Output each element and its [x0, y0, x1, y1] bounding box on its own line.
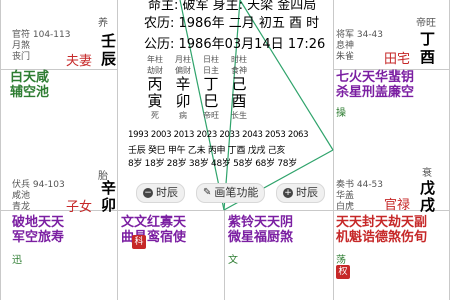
hua-badge: 科 [132, 235, 146, 249]
star-list: 文文红寡天 曲昌鸾宿使 [121, 215, 187, 245]
pillar-label: 年柱 [147, 55, 163, 64]
star-tag: 荡 [336, 255, 346, 266]
palace-state: 帝旺 [416, 18, 436, 29]
center-panel: 命主: 破军 身主: 天梁 金四局 农历: 1986年 二月 初五 酉 时 公历… [118, 0, 333, 210]
dayun-years: 1993 2003 2013 2023 2033 2043 2053 2063 [128, 130, 309, 140]
pillar-zhi: 酉 [231, 92, 247, 110]
palace-info: 奏书 44-53 华盖 白虎 [336, 180, 384, 212]
palace-lower-right[interactable]: 衰 奏书 44-53 华盖 白虎 官禄 戊 戌 [334, 140, 450, 214]
pillar-gan: 辛 [175, 75, 191, 93]
palace-info: 将军 34-43 息神 朱雀 [336, 30, 384, 62]
pillar-day: 日柱 日主 丁 巳 帝旺 [200, 54, 222, 121]
star-tag: 文 [228, 255, 238, 266]
star-list: 破地天天 军空旅寿 [12, 215, 65, 245]
star-list: 天天封天劫天副 机魁诰德煞伤旬 [336, 215, 428, 245]
prev-hour-button[interactable]: − 时辰 [136, 183, 185, 203]
pillar-zhi: 巳 [203, 92, 219, 110]
palace-name: 田宅 [384, 52, 411, 67]
pillar-state: 死 [151, 111, 159, 120]
next-hour-label: 时辰 [296, 186, 318, 199]
pillar-gan: 己 [231, 75, 247, 93]
star-list: 七火天华蜚钥 杀星刑盖廉空 [336, 70, 415, 100]
palace-zhi: 酉 [420, 48, 436, 66]
pen-tool-label: 画笔功能 [214, 186, 259, 199]
prev-hour-label: 时辰 [156, 186, 178, 199]
pillar-label: 日柱 [203, 55, 219, 64]
palace-top-left[interactable]: 养 官符 104-113 月煞 丧门 夫妻 壬 辰 [0, 0, 117, 69]
pillar-zhi: 寅 [147, 92, 163, 110]
hua-badge: 权 [336, 265, 350, 279]
pillar-year: 年柱 劫财 丙 寅 死 [144, 54, 166, 121]
pillar-label: 时柱 [231, 55, 247, 64]
palace-lower-left[interactable]: 胎 伏兵 94-103 咸池 青龙 子女 辛 卯 [0, 140, 117, 215]
pillar-hour: 时柱 食神 己 酉 长生 [228, 54, 250, 121]
pillar-zhi: 卯 [175, 92, 191, 110]
palace-name: 夫妻 [66, 54, 93, 69]
plus-icon: + [283, 188, 293, 198]
palace-info: 官符 104-113 月煞 丧门 [12, 30, 71, 62]
pillar-state: 帝旺 [203, 111, 219, 120]
palace-state: 养 [98, 18, 108, 29]
pencil-icon: ✎ [203, 187, 212, 198]
pillar-state: 病 [179, 111, 187, 120]
pillar-month: 月柱 偏财 辛 卯 病 [172, 54, 194, 121]
pen-tool-button[interactable]: ✎ 画笔功能 [196, 183, 266, 203]
star-tag: 迅 [12, 255, 22, 266]
star-list: 白天咸 辅空池 [10, 70, 50, 100]
pillar-gan: 丁 [203, 75, 219, 93]
minus-icon: − [143, 188, 153, 198]
dayun-ages: 8岁 18岁 28岁 38岁 48岁 58岁 68岁 78岁 [128, 159, 297, 169]
palace-bottom-3[interactable]: 紫铃天天阴 微星福厨煞 文 [225, 211, 333, 300]
center-line3: 公历: 1986年03月14日 17:26 [144, 37, 326, 52]
palace-top-right[interactable]: 帝旺 将军 34-43 息神 朱雀 田宅 丁 酉 [334, 0, 450, 69]
palace-bottom-2[interactable]: 文文红寡天 曲昌鸾宿使 科 [118, 211, 224, 300]
pillar-label: 月柱 [175, 55, 191, 64]
star-list: 紫铃天天阴 微星福厨煞 [228, 215, 294, 245]
star-tag: 操 [336, 108, 346, 119]
pillar-gan: 丙 [147, 75, 163, 93]
palace-bottom-4[interactable]: 天天封天劫天副 机魁诰德煞伤旬 荡 权 [334, 211, 450, 300]
dayun-ganzhi: 壬辰 癸巳 甲午 乙未 丙申 丁酉 戊戌 己亥 [128, 146, 286, 156]
palace-mid-left[interactable]: 白天咸 辅空池 [0, 70, 117, 140]
palace-bottom-1[interactable]: 破地天天 军空旅寿 迅 [0, 211, 117, 300]
palace-zhi: 辰 [101, 50, 117, 68]
center-line2: 农历: 1986年 二月 初五 酉 时 [144, 16, 320, 31]
palace-mid-right[interactable]: 七火天华蜚钥 杀星刑盖廉空 操 [334, 70, 450, 140]
next-hour-button[interactable]: + 时辰 [276, 183, 325, 203]
palace-info: 伏兵 94-103 咸池 青龙 [12, 180, 65, 212]
pillar-state: 长生 [231, 111, 247, 120]
